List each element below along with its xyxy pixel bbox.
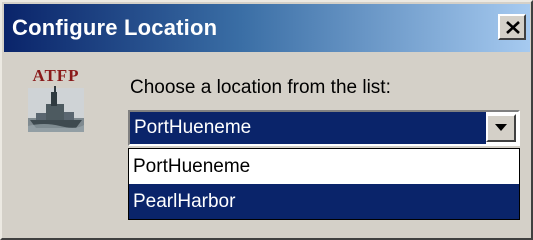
ship-icon (28, 86, 84, 132)
location-dropdown-list: PortHueneme PearlHarbor (128, 148, 520, 220)
close-button[interactable] (498, 14, 526, 40)
close-icon (506, 21, 520, 34)
dropdown-arrow-button[interactable] (486, 114, 516, 142)
location-option-pearlharbor[interactable]: PearlHarbor (129, 184, 519, 219)
location-select-value: PortHueneme (130, 112, 486, 144)
configure-location-dialog: Configure Location ATFP Choose a locatio… (0, 0, 533, 240)
chevron-down-icon (495, 124, 507, 131)
atfp-logo: ATFP (24, 66, 88, 136)
location-option-porthueneme[interactable]: PortHueneme (129, 149, 519, 184)
title-bar[interactable]: Configure Location (4, 4, 530, 52)
window-title: Configure Location (12, 15, 218, 40)
location-select[interactable]: PortHueneme (128, 110, 520, 146)
location-prompt: Choose a location from the list: (130, 77, 391, 98)
